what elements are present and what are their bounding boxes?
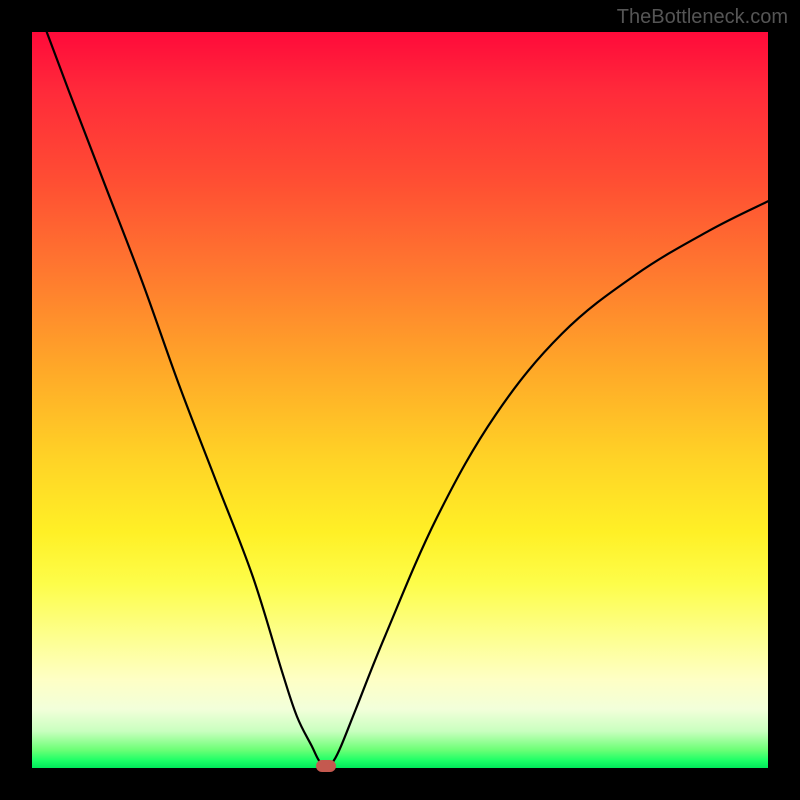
watermark-label: TheBottleneck.com: [617, 6, 788, 29]
chart-plot-area: [32, 32, 768, 768]
bottleneck-curve: [32, 32, 768, 768]
optimal-marker: [316, 760, 336, 772]
